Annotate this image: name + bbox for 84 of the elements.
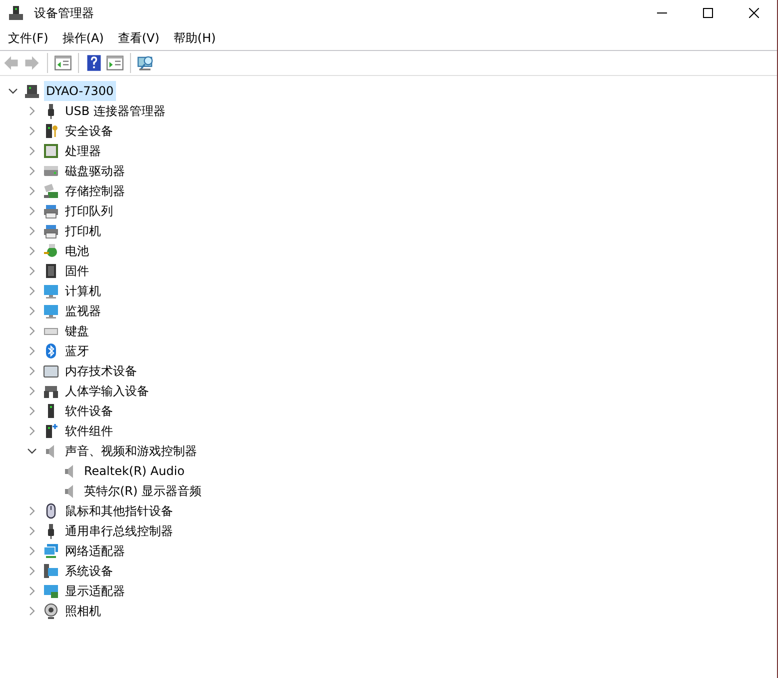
printer-icon bbox=[43, 203, 59, 219]
chevron-right-icon[interactable] bbox=[27, 606, 37, 616]
chevron-right-icon[interactable] bbox=[27, 546, 37, 556]
printer-icon bbox=[43, 223, 59, 239]
chevron-right-icon[interactable] bbox=[27, 346, 37, 356]
chevron-right-icon[interactable] bbox=[27, 286, 37, 296]
console-tree-icon[interactable] bbox=[54, 54, 72, 72]
chevron-right-icon[interactable] bbox=[27, 506, 37, 516]
tree-item[interactable]: DYAO-7300 bbox=[44, 81, 116, 101]
tree-item[interactable]: 键盘 bbox=[63, 321, 91, 341]
maximize-icon bbox=[703, 8, 713, 18]
chevron-right-icon[interactable] bbox=[27, 246, 37, 256]
computer-icon bbox=[43, 283, 59, 299]
disk-drive-icon bbox=[43, 163, 59, 179]
chevron-down-icon[interactable] bbox=[8, 86, 18, 96]
network-monitors-icon bbox=[43, 543, 59, 559]
bluetooth-icon bbox=[43, 343, 59, 359]
chevron-right-icon[interactable] bbox=[27, 306, 37, 316]
chevron-right-icon[interactable] bbox=[27, 266, 37, 276]
tree-item[interactable]: 电池 bbox=[63, 241, 91, 261]
chevron-right-icon[interactable] bbox=[27, 126, 37, 136]
tree-item[interactable]: 打印机 bbox=[63, 221, 103, 241]
menu-item[interactable]: 帮助(H) bbox=[167, 28, 222, 46]
firmware-chip-icon bbox=[43, 263, 59, 279]
chevron-right-icon[interactable] bbox=[27, 386, 37, 396]
tree-item[interactable]: 显示适配器 bbox=[63, 581, 127, 601]
menu-item[interactable]: 文件(F) bbox=[2, 28, 54, 46]
tree-item[interactable]: 处理器 bbox=[63, 141, 103, 161]
display-adapter-icon bbox=[43, 583, 59, 599]
device-manager-icon bbox=[8, 4, 24, 20]
tree-item[interactable]: 蓝牙 bbox=[63, 341, 91, 361]
computer-tower-icon bbox=[24, 83, 40, 99]
chevron-right-icon[interactable] bbox=[27, 566, 37, 576]
tree-item[interactable]: 固件 bbox=[63, 261, 91, 281]
chevron-right-icon[interactable] bbox=[27, 526, 37, 536]
tree-item[interactable]: 计算机 bbox=[63, 281, 103, 301]
menu-item[interactable]: 操作(A) bbox=[56, 28, 110, 46]
tree-item[interactable]: 鼠标和其他指针设备 bbox=[63, 501, 175, 521]
tree-item[interactable]: 安全设备 bbox=[63, 121, 115, 141]
chip-icon bbox=[43, 143, 59, 159]
monitor-icon bbox=[43, 303, 59, 319]
tree-item[interactable]: 磁盘驱动器 bbox=[63, 161, 127, 181]
monitor-magnifier-icon[interactable] bbox=[137, 54, 155, 72]
tree-item[interactable]: 声音、视频和游戏控制器 bbox=[63, 441, 199, 461]
tree-item[interactable]: 网络适配器 bbox=[63, 541, 127, 561]
window-title: 设备管理器 bbox=[34, 4, 94, 22]
chevron-right-icon[interactable] bbox=[27, 406, 37, 416]
chevron-right-icon[interactable] bbox=[27, 226, 37, 236]
tree-item[interactable]: 人体学输入设备 bbox=[63, 381, 151, 401]
gamepad-keyboard-icon bbox=[43, 383, 59, 399]
chevron-right-icon[interactable] bbox=[27, 426, 37, 436]
device-tower-plus-icon bbox=[43, 423, 59, 439]
close-icon bbox=[749, 8, 759, 18]
chevron-right-icon[interactable] bbox=[27, 206, 37, 216]
tree-item[interactable]: 英特尔(R) 显示器音频 bbox=[82, 481, 204, 501]
tree-item[interactable]: 内存技术设备 bbox=[63, 361, 139, 381]
chevron-right-icon[interactable] bbox=[27, 146, 37, 156]
key-device-icon bbox=[43, 123, 59, 139]
webcam-icon bbox=[43, 603, 59, 619]
tree-item[interactable]: 系统设备 bbox=[63, 561, 115, 581]
tree-item[interactable]: 软件设备 bbox=[63, 401, 115, 421]
tree-item[interactable]: 软件组件 bbox=[63, 421, 115, 441]
chevron-down-icon[interactable] bbox=[27, 446, 37, 456]
chevron-right-icon[interactable] bbox=[27, 106, 37, 116]
battery-plug-icon bbox=[43, 243, 59, 259]
chevron-right-icon[interactable] bbox=[27, 186, 37, 196]
tree-item[interactable]: USB 连接器管理器 bbox=[63, 101, 168, 121]
tree-item[interactable]: 照相机 bbox=[63, 601, 103, 621]
tree-item[interactable]: Realtek(R) Audio bbox=[82, 461, 187, 481]
tree-item[interactable]: 存储控制器 bbox=[63, 181, 127, 201]
tree-item[interactable]: 通用串行总线控制器 bbox=[63, 521, 175, 541]
chevron-right-icon[interactable] bbox=[27, 366, 37, 376]
system-devices-icon bbox=[43, 563, 59, 579]
properties-panel-icon[interactable] bbox=[106, 54, 124, 72]
tree-item[interactable]: 监视器 bbox=[63, 301, 103, 321]
chevron-right-icon[interactable] bbox=[27, 326, 37, 336]
menu-item[interactable]: 查看(V) bbox=[112, 28, 166, 46]
help-icon[interactable] bbox=[85, 54, 103, 72]
chevron-right-icon[interactable] bbox=[27, 166, 37, 176]
memory-card-icon bbox=[43, 363, 59, 379]
chevron-right-icon[interactable] bbox=[27, 586, 37, 596]
storage-controller-icon bbox=[43, 183, 59, 199]
tree-item[interactable]: 打印队列 bbox=[63, 201, 115, 221]
minimize-icon bbox=[657, 12, 667, 14]
